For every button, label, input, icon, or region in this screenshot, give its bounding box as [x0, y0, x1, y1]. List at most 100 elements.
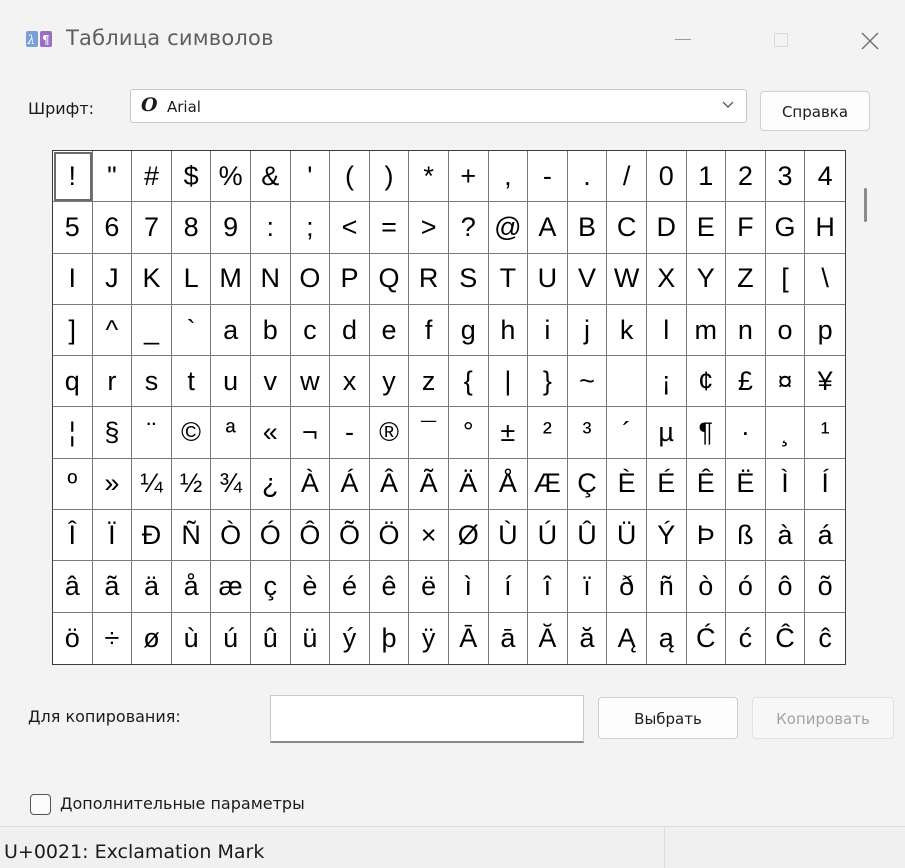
- character-cell[interactable]: %: [211, 151, 251, 203]
- character-cell[interactable]: »: [92, 458, 133, 511]
- character-cell[interactable]: ¸: [765, 407, 806, 459]
- character-cell[interactable]: ù: [172, 612, 212, 664]
- character-cell[interactable]: r: [92, 356, 133, 408]
- character-cell[interactable]: ¬: [290, 407, 331, 459]
- character-cell[interactable]: Í: [805, 459, 845, 511]
- character-cell[interactable]: $: [171, 151, 212, 203]
- character-cell[interactable]: W: [607, 253, 647, 305]
- character-cell[interactable]: [: [765, 253, 806, 305]
- character-cell[interactable]: ): [369, 151, 410, 203]
- character-cell[interactable]: Ñ: [171, 510, 212, 562]
- character-cell[interactable]: M: [211, 253, 251, 305]
- character-cell[interactable]: >: [409, 202, 449, 254]
- character-cell[interactable]: ": [92, 151, 133, 203]
- advanced-view-checkbox[interactable]: [30, 794, 51, 815]
- character-cell[interactable]: ć: [726, 612, 766, 664]
- character-cell[interactable]: U: [528, 253, 568, 305]
- character-cell[interactable]: ê: [369, 561, 410, 613]
- character-cell[interactable]: R: [409, 253, 449, 305]
- character-cell[interactable]: ă: [568, 612, 608, 664]
- character-cell[interactable]: m: [686, 304, 727, 357]
- character-cell[interactable]: ą: [647, 612, 687, 664]
- character-cell[interactable]: Q: [369, 253, 410, 305]
- character-cell[interactable]: S: [448, 253, 489, 305]
- character-cell[interactable]: t: [171, 356, 212, 408]
- character-cell[interactable]: ý: [330, 612, 370, 664]
- character-cell[interactable]: á: [805, 510, 845, 562]
- character-cell[interactable]: C: [607, 202, 647, 254]
- character-cell[interactable]: k: [607, 304, 647, 357]
- character-cell[interactable]: b: [250, 304, 291, 357]
- character-cell[interactable]: î: [528, 561, 568, 613]
- copy-button[interactable]: Копировать: [752, 697, 894, 739]
- character-cell[interactable]: E: [686, 202, 727, 254]
- character-cell[interactable]: 9: [211, 202, 251, 254]
- character-cell[interactable]: ¤: [765, 356, 806, 408]
- character-cell[interactable]: ì: [448, 561, 489, 613]
- character-cell[interactable]: 5: [53, 202, 93, 254]
- character-cell[interactable]: ö: [53, 612, 93, 664]
- character-cell[interactable]: Ă: [528, 612, 568, 664]
- character-cell[interactable]: Ù: [488, 510, 529, 562]
- font-dropdown[interactable]: O Arial: [130, 89, 747, 123]
- character-cell[interactable]: }: [528, 356, 568, 408]
- character-cell[interactable]: ¿: [250, 458, 291, 511]
- character-cell[interactable]: ÿ: [409, 612, 449, 664]
- character-cell[interactable]: Ì: [765, 458, 806, 511]
- character-cell[interactable]: Å: [488, 458, 529, 511]
- character-cell[interactable]: A: [528, 202, 568, 254]
- character-cell[interactable]: ¥: [805, 356, 845, 408]
- character-cell[interactable]: ï: [567, 561, 608, 613]
- character-cell[interactable]: Î: [53, 510, 93, 562]
- character-cell[interactable]: Ý: [646, 510, 687, 562]
- character-cell[interactable]: ´: [607, 407, 647, 459]
- character-cell[interactable]: H: [805, 202, 845, 254]
- character-cell[interactable]: Ü: [607, 510, 647, 562]
- character-cell[interactable]: d: [330, 304, 370, 357]
- character-cell[interactable]: ¾: [211, 458, 251, 511]
- character-cell[interactable]: 3: [765, 151, 806, 203]
- character-cell[interactable]: ±: [488, 407, 529, 459]
- character-cell[interactable]: B: [567, 202, 608, 254]
- character-cell[interactable]: w: [290, 356, 331, 408]
- character-cell[interactable]: Á: [330, 458, 370, 511]
- character-cell[interactable]: È: [607, 458, 647, 511]
- character-cell[interactable]: F: [726, 202, 766, 254]
- character-cell[interactable]: Ú: [528, 510, 568, 562]
- character-cell[interactable]: è: [290, 561, 331, 613]
- character-cell[interactable]: L: [171, 253, 212, 305]
- character-cell[interactable]: Û: [567, 510, 608, 562]
- character-cell[interactable]: 0: [646, 151, 687, 203]
- character-cell[interactable]: `: [171, 304, 212, 357]
- character-cell[interactable]: ó: [726, 561, 766, 613]
- copy-input[interactable]: [270, 695, 584, 743]
- character-cell[interactable]: Ä: [448, 458, 489, 511]
- character-cell[interactable]: ª: [211, 407, 251, 459]
- character-cell[interactable]: 7: [132, 202, 172, 254]
- character-cell[interactable]: f: [409, 304, 449, 357]
- character-cell[interactable]: Ò: [211, 510, 251, 562]
- character-cell[interactable]: ü: [291, 612, 331, 664]
- character-cell[interactable]: £: [726, 356, 766, 408]
- character-cell[interactable]: P: [330, 253, 370, 305]
- advanced-view-label[interactable]: Дополнительные параметры: [60, 794, 305, 813]
- character-cell[interactable]: ë: [409, 561, 449, 613]
- character-cell[interactable]: !: [53, 151, 93, 203]
- character-cell[interactable]: Ç: [567, 458, 608, 511]
- character-cell[interactable]: ]: [53, 304, 93, 357]
- character-cell[interactable]: .: [567, 151, 608, 203]
- character-cell[interactable]: Ã: [409, 458, 449, 511]
- character-cell[interactable]: 6: [92, 202, 133, 254]
- character-cell[interactable]: º: [53, 458, 93, 511]
- character-cell[interactable]: a: [211, 304, 251, 357]
- character-cell[interactable]: à: [765, 510, 806, 562]
- select-button[interactable]: Выбрать: [598, 697, 738, 739]
- character-cell[interactable]: Ô: [290, 510, 331, 562]
- title-bar[interactable]: λ ¶ Таблица символов: [0, 0, 905, 80]
- character-cell[interactable]: Ą: [607, 612, 647, 664]
- character-cell[interactable]: ;: [290, 202, 331, 254]
- character-cell[interactable]: o: [765, 304, 806, 357]
- character-cell[interactable]: ÷: [93, 612, 133, 664]
- character-cell[interactable]: j: [567, 304, 608, 357]
- character-cell[interactable]: ç: [250, 561, 291, 613]
